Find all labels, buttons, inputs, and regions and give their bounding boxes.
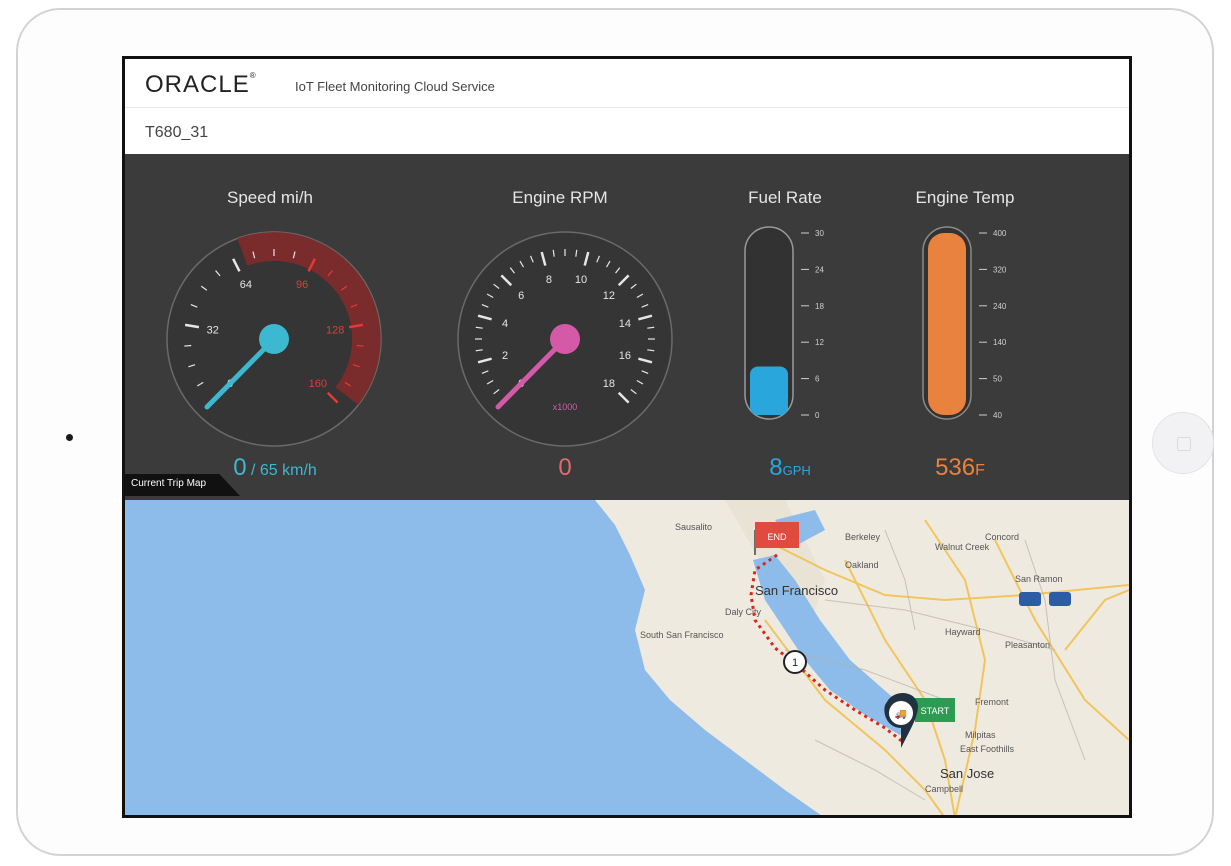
label-oakland: Oakland <box>845 560 879 570</box>
label-sausalito: Sausalito <box>675 522 712 532</box>
label-milpitas: Milpitas <box>965 730 996 740</box>
tank-tick-label: 0 <box>815 411 820 420</box>
rpm-sublabel: x1000 <box>553 402 578 412</box>
speed-value-number: 0 <box>233 454 247 481</box>
service-name: IoT Fleet Monitoring Cloud Service <box>295 79 495 94</box>
gauge-tick-label: 10 <box>575 274 587 286</box>
rpm-value: 0 <box>558 454 572 481</box>
label-campbell: Campbell <box>925 784 963 794</box>
vehicle-icon: 🚚 <box>895 709 907 720</box>
label-san-jose: San Jose <box>940 766 994 781</box>
label-hayward: Hayward <box>945 627 981 637</box>
label-san-ramon: San Ramon <box>1015 574 1063 584</box>
fuel-level-fill <box>750 366 788 415</box>
fuel-value: 8GPH <box>745 454 835 482</box>
logo-mark: ® <box>249 71 257 80</box>
stop-number: 1 <box>792 657 798 669</box>
home-button[interactable] <box>1152 412 1214 474</box>
temp-title: Engine Temp <box>915 188 1015 207</box>
gauge-panel: Speed mi/h Engine RPM Fuel Rate Engine T… <box>125 154 1129 500</box>
temp-value-number: 536 <box>935 454 976 481</box>
gauge-tick-label: 8 <box>546 274 552 286</box>
temp-level-fill <box>928 233 966 415</box>
tank-tick-label: 12 <box>815 338 824 347</box>
gauge-tick-label: 14 <box>619 318 631 330</box>
gauge-tick-label: 2 <box>502 350 508 362</box>
tank-tick-label: 30 <box>815 229 824 238</box>
rpm-gauge: 024681012141618 x1000 <box>457 231 673 447</box>
rpm-hub <box>550 324 580 354</box>
tank-tick-label: 140 <box>993 338 1007 347</box>
gauge-tick-label: 64 <box>240 279 252 291</box>
fuel-ticks: 0 6 12 18 24 30 <box>801 229 824 420</box>
label-walnut-creek: Walnut Creek <box>935 542 990 552</box>
gauge-tick <box>356 344 364 347</box>
fuel-title: Fuel Rate <box>748 188 822 207</box>
logo-text: ORACLE <box>145 71 250 98</box>
gauge-tick-label: 32 <box>207 324 219 336</box>
gauge-tick-label: 4 <box>502 318 508 330</box>
speed-kmh: 65 km/h <box>259 462 317 479</box>
label-east-foothills: East Foothills <box>960 744 1015 754</box>
temp-ticks: 40 50 140 240 320 400 <box>979 229 1007 420</box>
speed-unit: / <box>246 462 260 479</box>
fuel-gauge: 0 6 12 18 24 30 <box>744 226 824 420</box>
speed-hub <box>259 324 289 354</box>
oracle-logo: ORACLE® <box>145 71 257 99</box>
trip-map[interactable]: San Francisco San Jose South San Francis… <box>125 500 1129 818</box>
tank-tick-label: 240 <box>993 302 1007 311</box>
gauge-tick <box>184 344 192 347</box>
speed-gauge: 0326496128160 <box>166 231 382 447</box>
fuel-unit: GPH <box>782 463 811 478</box>
rpm-title: Engine RPM <box>512 188 608 207</box>
map-canvas[interactable]: San Francisco San Jose South San Francis… <box>125 500 1129 818</box>
stop-marker[interactable]: 1 <box>783 650 807 674</box>
label-concord: Concord <box>985 532 1019 542</box>
gauge-tick-label: 128 <box>326 324 344 336</box>
gauge-tick-label: 16 <box>619 350 631 362</box>
label-south-sf: South San Francisco <box>640 630 724 640</box>
tank-tick-label: 18 <box>815 302 824 311</box>
land-area <box>595 500 1129 815</box>
app-screen: ORACLE® IoT Fleet Monitoring Cloud Servi… <box>122 56 1132 818</box>
label-fremont: Fremont <box>975 697 1009 707</box>
gauge-tick-label: 18 <box>603 378 615 390</box>
temp-gauge: 40 50 140 240 320 400 <box>922 226 1007 420</box>
label-san-francisco: San Francisco <box>755 583 838 598</box>
start-flag[interactable]: START <box>915 698 955 722</box>
gauge-tick-label: 6 <box>518 290 524 302</box>
fuel-value-number: 8 <box>769 454 783 481</box>
tank-tick-label: 6 <box>815 375 820 384</box>
label-berkeley: Berkeley <box>845 532 881 542</box>
tank-tick-label: 400 <box>993 229 1007 238</box>
tank-tick-label: 50 <box>993 375 1002 384</box>
end-flag-label: END <box>767 532 787 542</box>
vehicle-id: T680_31 <box>145 124 209 141</box>
temp-unit: F <box>975 462 985 479</box>
label-daly-city: Daly City <box>725 607 762 617</box>
start-flag-label: START <box>921 706 950 716</box>
tank-tick-label: 40 <box>993 411 1002 420</box>
temp-value: 536F <box>915 454 1005 482</box>
gauge-tick-label: 12 <box>603 290 615 302</box>
highway-shield <box>1049 592 1071 606</box>
tank-tick-label: 24 <box>815 265 824 274</box>
label-pleasanton: Pleasanton <box>1005 640 1050 650</box>
app-header: ORACLE® IoT Fleet Monitoring Cloud Servi… <box>125 59 1129 108</box>
camera-dot <box>66 434 73 441</box>
speed-title: Speed mi/h <box>227 188 313 207</box>
tank-tick-label: 320 <box>993 265 1007 274</box>
gauge-tick-label: 96 <box>296 279 308 291</box>
gauge-tick-label: 160 <box>309 378 327 390</box>
highway-shield <box>1019 592 1041 606</box>
